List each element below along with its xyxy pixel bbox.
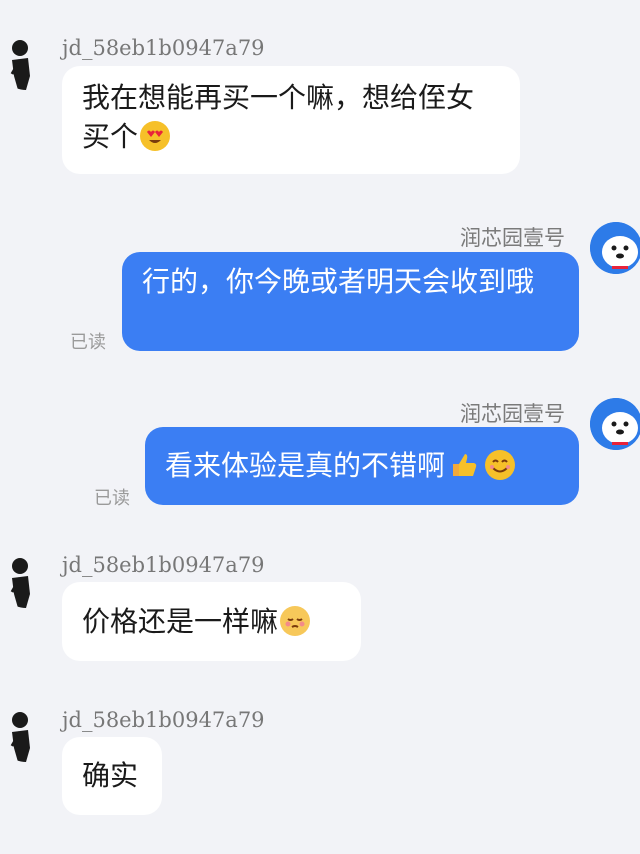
message-text: 行的，你今晚或者明天会收到哦 <box>142 265 535 298</box>
person-silhouette-icon <box>10 712 30 762</box>
message-bubble[interactable]: 确实 <box>62 737 162 815</box>
mascot-dog-icon <box>590 398 640 450</box>
person-silhouette-icon <box>10 558 30 608</box>
message-text: 确实 <box>82 759 139 792</box>
message-bubble[interactable]: 价格还是一样嘛 <box>62 582 361 661</box>
user-avatar[interactable] <box>0 38 52 90</box>
smiling-face-icon <box>485 450 516 480</box>
user-avatar[interactable] <box>0 710 52 762</box>
sender-name: 润芯园壹号 <box>460 402 565 426</box>
sender-name: jd_58eb1b0947a79 <box>62 553 265 577</box>
sender-name: jd_58eb1b0947a79 <box>62 708 265 732</box>
read-status: 已读 <box>70 332 106 353</box>
read-status: 已读 <box>94 488 130 509</box>
heart-eyes-icon <box>140 121 171 151</box>
sender-name: 润芯园壹号 <box>460 226 565 250</box>
person-silhouette-icon <box>10 40 30 90</box>
sender-name: jd_58eb1b0947a79 <box>62 36 265 60</box>
bot-avatar[interactable] <box>590 222 640 274</box>
mascot-dog-icon <box>590 222 640 274</box>
message-text: 看来体验是真的不错啊 <box>165 449 446 482</box>
user-avatar[interactable] <box>0 556 52 608</box>
blushing-face-icon <box>280 606 311 636</box>
bot-avatar[interactable] <box>590 398 640 450</box>
message-bubble[interactable]: 我在想能再买一个嘛，想给侄女买个 <box>62 66 520 174</box>
message-bubble[interactable]: 看来体验是真的不错啊 <box>145 427 579 505</box>
message-text: 价格还是一样嘛 <box>82 605 279 638</box>
message-bubble[interactable]: 行的，你今晚或者明天会收到哦 <box>122 252 579 351</box>
thumbs-up-icon <box>449 450 479 480</box>
